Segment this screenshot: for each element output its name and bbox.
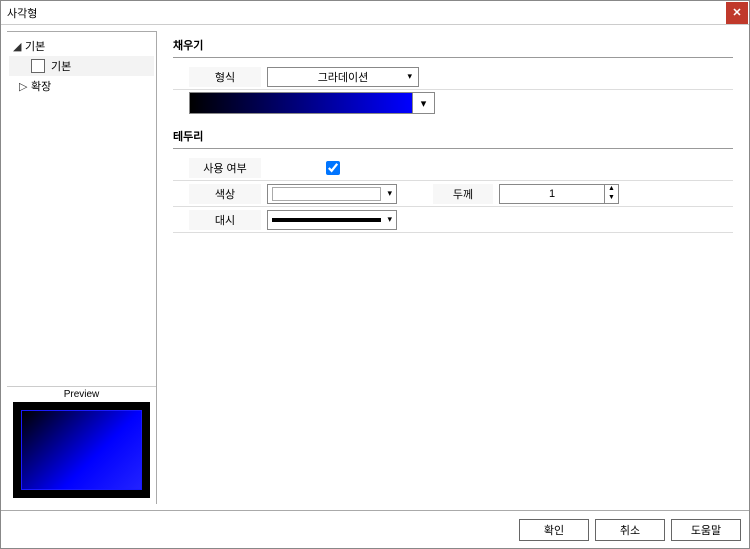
label-border-thickness: 두께 [433, 184, 493, 204]
preview-panel: Preview [7, 386, 156, 504]
gradient-picker[interactable]: ▾ [189, 92, 435, 114]
expand-icon: ◢ [13, 40, 25, 53]
row-border-use: 사용 여부 [173, 155, 733, 181]
dialog-footer: 확인 취소 도움말 [1, 510, 749, 548]
spinner-buttons: ▲ ▼ [604, 185, 618, 203]
spinner-value: 1 [500, 188, 604, 200]
label-border-color: 색상 [189, 184, 261, 204]
spinner-up-icon[interactable]: ▲ [605, 185, 618, 194]
dialog-body: ◢ 기본 기본 ▷ 확장 Preview 채우기 [1, 25, 749, 510]
row-gradient-swatch: ▾ [173, 92, 733, 114]
label-fill-type: 형식 [189, 67, 261, 87]
section-fill-title: 채우기 [173, 35, 733, 58]
ok-button[interactable]: 확인 [519, 519, 589, 541]
label-border-dash: 대시 [189, 210, 261, 230]
row-border-dash: 대시 ▾ [173, 207, 733, 233]
color-swatch [272, 187, 381, 201]
close-icon: ✕ [732, 6, 741, 19]
dialog-rectangle: 사각형 ✕ ◢ 기본 기본 ▷ 확장 Preview [0, 0, 750, 549]
main-panel: 채우기 형식 그라데이션 ▾ ▾ 테두리 사용 여부 [163, 31, 743, 504]
dialog-title: 사각형 [7, 5, 37, 21]
tree-item-label: 확장 [31, 78, 51, 94]
close-button[interactable]: ✕ [726, 2, 748, 24]
chevron-down-icon: ▾ [421, 97, 427, 110]
row-border-color: 색상 ▾ 두께 1 ▲ ▼ [173, 181, 733, 207]
collapse-icon: ▷ [19, 80, 31, 93]
sidebar: ◢ 기본 기본 ▷ 확장 Preview [7, 31, 157, 504]
tree-item-extended[interactable]: ▷ 확장 [9, 76, 154, 96]
gradient-dropdown-button[interactable]: ▾ [412, 93, 434, 113]
spinner-border-thickness[interactable]: 1 ▲ ▼ [499, 184, 619, 204]
dash-preview-line [272, 218, 381, 222]
spinner-down-icon[interactable]: ▼ [605, 194, 618, 203]
dropdown-fill-type[interactable]: 그라데이션 ▾ [267, 67, 419, 87]
shape-swatch-icon [31, 59, 45, 73]
help-button[interactable]: 도움말 [671, 519, 741, 541]
chevron-down-icon: ▾ [381, 214, 392, 225]
tree-item-basic-child[interactable]: 기본 [9, 56, 154, 76]
tree-item-label: 기본 [25, 38, 45, 54]
section-border-title: 테두리 [173, 126, 733, 149]
chevron-down-icon: ▾ [381, 188, 392, 199]
dropdown-value: 그라데이션 [318, 69, 369, 85]
chevron-down-icon: ▾ [401, 71, 412, 82]
dropdown-border-color[interactable]: ▾ [267, 184, 397, 204]
gradient-swatch [190, 93, 412, 113]
preview-box [13, 402, 150, 498]
preview-label: Preview [7, 387, 156, 402]
preview-shape [21, 410, 142, 490]
tree-item-basic[interactable]: ◢ 기본 [9, 36, 154, 56]
checkbox-border-use[interactable] [326, 161, 340, 175]
label-border-use: 사용 여부 [189, 158, 261, 178]
property-tree: ◢ 기본 기본 ▷ 확장 [7, 32, 156, 386]
dropdown-border-dash[interactable]: ▾ [267, 210, 397, 230]
cancel-button[interactable]: 취소 [595, 519, 665, 541]
tree-item-label: 기본 [51, 58, 71, 74]
titlebar: 사각형 ✕ [1, 1, 749, 25]
row-fill-type: 형식 그라데이션 ▾ [173, 64, 733, 90]
